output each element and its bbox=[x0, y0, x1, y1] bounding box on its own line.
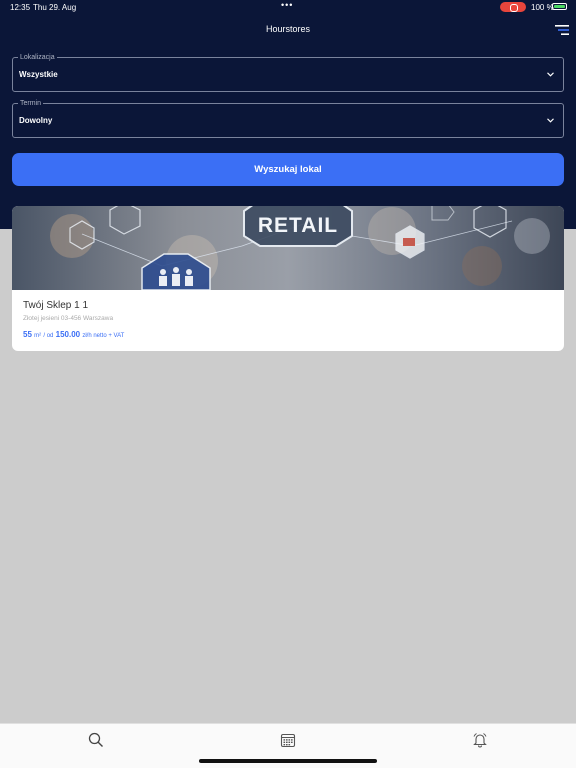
calendar-icon[interactable] bbox=[280, 732, 296, 748]
listing-card[interactable]: RETAIL Twój Sklep 1 1 Złotej jesieni 03-… bbox=[12, 206, 564, 351]
search-icon[interactable] bbox=[88, 732, 104, 748]
listing-image-text: RETAIL bbox=[257, 214, 339, 237]
location-select[interactable]: Lokalizacja Wszystkie bbox=[12, 53, 564, 92]
listing-price-unit: zł/h netto + VAT bbox=[82, 333, 125, 339]
term-label: Termin bbox=[18, 99, 44, 108]
listing-price: 55 m² / od 150.00 zł/h netto + VAT bbox=[23, 330, 124, 339]
page-title: Hourstores bbox=[265, 24, 310, 34]
status-bar: 12:35 Thu 29. Aug ••• 100 % bbox=[0, 0, 576, 14]
listing-area: 55 bbox=[23, 330, 32, 339]
status-time: 12:35 bbox=[10, 3, 31, 12]
listing-title: Twój Sklep 1 1 bbox=[23, 300, 89, 311]
bell-icon[interactable] bbox=[472, 732, 488, 748]
chevron-down-icon bbox=[547, 118, 554, 123]
status-date: Thu 29. Aug bbox=[33, 3, 77, 12]
battery-percent: 100 % bbox=[531, 3, 554, 12]
listing-area-unit: m² bbox=[34, 333, 42, 339]
menu-icon[interactable] bbox=[555, 25, 569, 35]
listing-price-separator: / od bbox=[43, 333, 54, 339]
term-select[interactable]: Termin Dowolny bbox=[12, 99, 564, 138]
screen-recording-icon bbox=[500, 2, 526, 12]
location-label: Lokalizacja bbox=[18, 53, 57, 62]
search-location-button[interactable]: Wyszukaj lokal bbox=[12, 153, 564, 186]
home-indicator[interactable] bbox=[199, 759, 377, 763]
term-value: Dowolny bbox=[19, 116, 53, 125]
location-value: Wszystkie bbox=[19, 70, 58, 79]
multitasking-dots-icon[interactable]: ••• bbox=[281, 0, 293, 10]
chevron-down-icon bbox=[547, 72, 554, 77]
battery-icon bbox=[552, 3, 567, 10]
listing-address: Złotej jesieni 03-456 Warszawa bbox=[23, 315, 114, 322]
listing-price-value: 150.00 bbox=[55, 330, 81, 339]
